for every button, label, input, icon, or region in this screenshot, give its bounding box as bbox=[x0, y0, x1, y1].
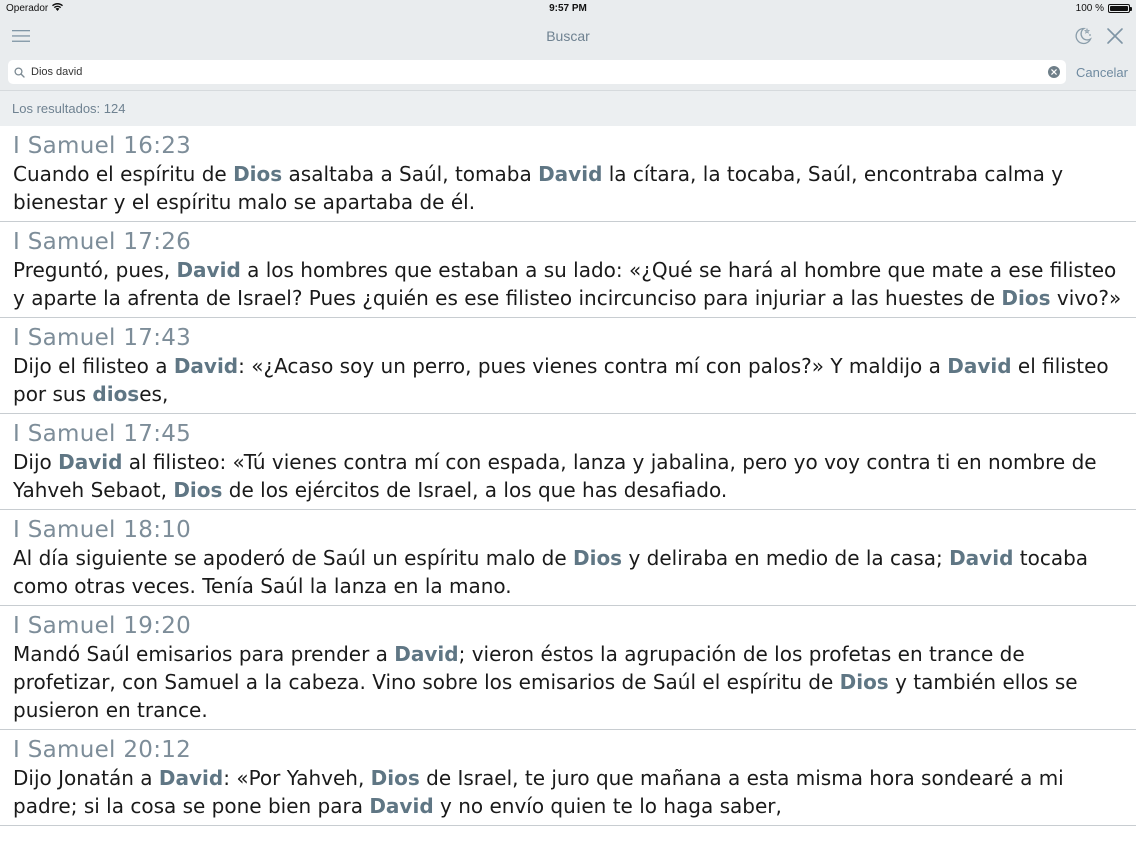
verse-segment: y no envío quien te lo haga saber, bbox=[433, 794, 782, 818]
search-highlight: David bbox=[369, 794, 434, 818]
verse-text: Al día siguiente se apoderó de Saúl un e… bbox=[13, 544, 1124, 600]
verse-segment: Preguntó, pues, bbox=[13, 258, 177, 282]
verse-segment: : «Por Yahveh, bbox=[223, 766, 371, 790]
search-field[interactable] bbox=[8, 60, 1066, 84]
search-highlight: David bbox=[947, 354, 1012, 378]
nav-bar: Buscar bbox=[0, 17, 1136, 54]
search-highlight: David bbox=[58, 450, 123, 474]
search-highlight: dios bbox=[92, 382, 140, 406]
list-item[interactable]: I Samuel 19:20 Mandó Saúl emisarios para … bbox=[0, 606, 1136, 730]
cancel-button[interactable]: Cancelar bbox=[1074, 65, 1130, 80]
verse-segment: Al día siguiente se apoderó de Saúl un e… bbox=[13, 546, 573, 570]
list-item[interactable]: I Samuel 18:10 Al día siguiente se apoder… bbox=[0, 510, 1136, 606]
verse-segment: Cuando el espíritu de bbox=[13, 162, 234, 186]
verse-segment: : «¿Acaso soy un perro, pues vienes cont… bbox=[238, 354, 948, 378]
search-highlight: Dios bbox=[1001, 286, 1051, 310]
page-title: Buscar bbox=[546, 27, 590, 44]
carrier-label: Operador bbox=[6, 3, 49, 14]
verse-segment: y deliraba en medio de la casa; bbox=[622, 546, 950, 570]
wifi-icon bbox=[52, 3, 64, 14]
verse-reference: I Samuel 17:43 bbox=[13, 325, 192, 351]
verse-reference: I Samuel 20:12 bbox=[13, 737, 192, 763]
verse-segment: asaltaba a Saúl, tomaba bbox=[282, 162, 539, 186]
verse-segment: vivo?» bbox=[1050, 286, 1122, 310]
verse-segment: Dijo el filisteo a bbox=[13, 354, 174, 378]
verse-text: Dijo el filisteo a David: «¿Acaso soy un… bbox=[13, 352, 1124, 408]
search-highlight: David bbox=[538, 162, 603, 186]
results-count: Los resultados: 124 bbox=[0, 91, 1136, 126]
verse-text: Preguntó, pues, David a los hombres que … bbox=[13, 256, 1124, 312]
verse-segment: de los ejércitos de Israel, a los que ha… bbox=[222, 478, 728, 502]
nav-actions bbox=[1072, 25, 1126, 47]
verse-reference: I Samuel 17:45 bbox=[13, 421, 192, 447]
search-highlight: Dios bbox=[370, 766, 420, 790]
search-highlight: David bbox=[176, 258, 241, 282]
status-left: Operador bbox=[6, 3, 64, 14]
verse-text: Cuando el espíritu de Dios asaltaba a Sa… bbox=[13, 160, 1124, 216]
search-highlight: Dios bbox=[572, 546, 623, 570]
search-highlight: David bbox=[394, 642, 459, 666]
search-icon bbox=[14, 63, 25, 82]
battery-label: 100 % bbox=[1075, 3, 1104, 14]
verse-reference: I Samuel 16:23 bbox=[13, 133, 192, 159]
search-highlight: Dios bbox=[839, 670, 889, 694]
search-input[interactable] bbox=[31, 66, 1042, 78]
status-time: 9:57 PM bbox=[549, 3, 587, 14]
verse-reference: I Samuel 18:10 bbox=[13, 517, 192, 543]
search-bar: Cancelar bbox=[0, 54, 1136, 91]
verse-text: Dijo David al filisteo: «Tú vienes contr… bbox=[13, 448, 1124, 504]
list-item[interactable]: I Samuel 20:12 Dijo Jonatán a David: «Por… bbox=[0, 730, 1136, 826]
list-item[interactable]: I Samuel 17:26 Preguntó, pues, David a lo… bbox=[0, 222, 1136, 318]
verse-segment: Mandó Saúl emisarios para prender a bbox=[13, 642, 395, 666]
moon-stars-icon[interactable] bbox=[1072, 25, 1094, 47]
verse-reference: I Samuel 19:20 bbox=[13, 613, 192, 639]
list-item[interactable]: I Samuel 16:23 Cuando el espíritu de Dios… bbox=[0, 126, 1136, 222]
verse-reference: I Samuel 17:26 bbox=[13, 229, 192, 255]
status-bar: Operador 9:57 PM 100 % bbox=[0, 0, 1136, 17]
verse-segment: es, bbox=[139, 382, 169, 406]
close-icon[interactable] bbox=[1104, 25, 1126, 47]
results-list: I Samuel 16:23 Cuando el espíritu de Dios… bbox=[0, 126, 1136, 852]
status-right: 100 % bbox=[1075, 3, 1132, 14]
clear-search-icon[interactable] bbox=[1047, 66, 1060, 78]
menu-icon[interactable] bbox=[10, 25, 32, 47]
verse-segment: Dijo bbox=[13, 450, 59, 474]
verse-text: Mandó Saúl emisarios para prender a Davi… bbox=[13, 640, 1124, 724]
search-highlight: David bbox=[173, 354, 239, 378]
list-item[interactable]: I Samuel 17:45 Dijo David al filisteo: «T… bbox=[0, 414, 1136, 510]
battery-icon bbox=[1108, 4, 1132, 13]
list-item[interactable]: I Samuel 17:43 Dijo el filisteo a David: … bbox=[0, 318, 1136, 414]
search-highlight: David bbox=[158, 766, 224, 790]
verse-text: Dijo Jonatán a David: «Por Yahveh, Dios … bbox=[13, 764, 1124, 820]
search-highlight: Dios bbox=[173, 478, 223, 502]
search-highlight: Dios bbox=[233, 162, 283, 186]
search-highlight: David bbox=[949, 546, 1014, 570]
verse-segment: Dijo Jonatán a bbox=[13, 766, 159, 790]
